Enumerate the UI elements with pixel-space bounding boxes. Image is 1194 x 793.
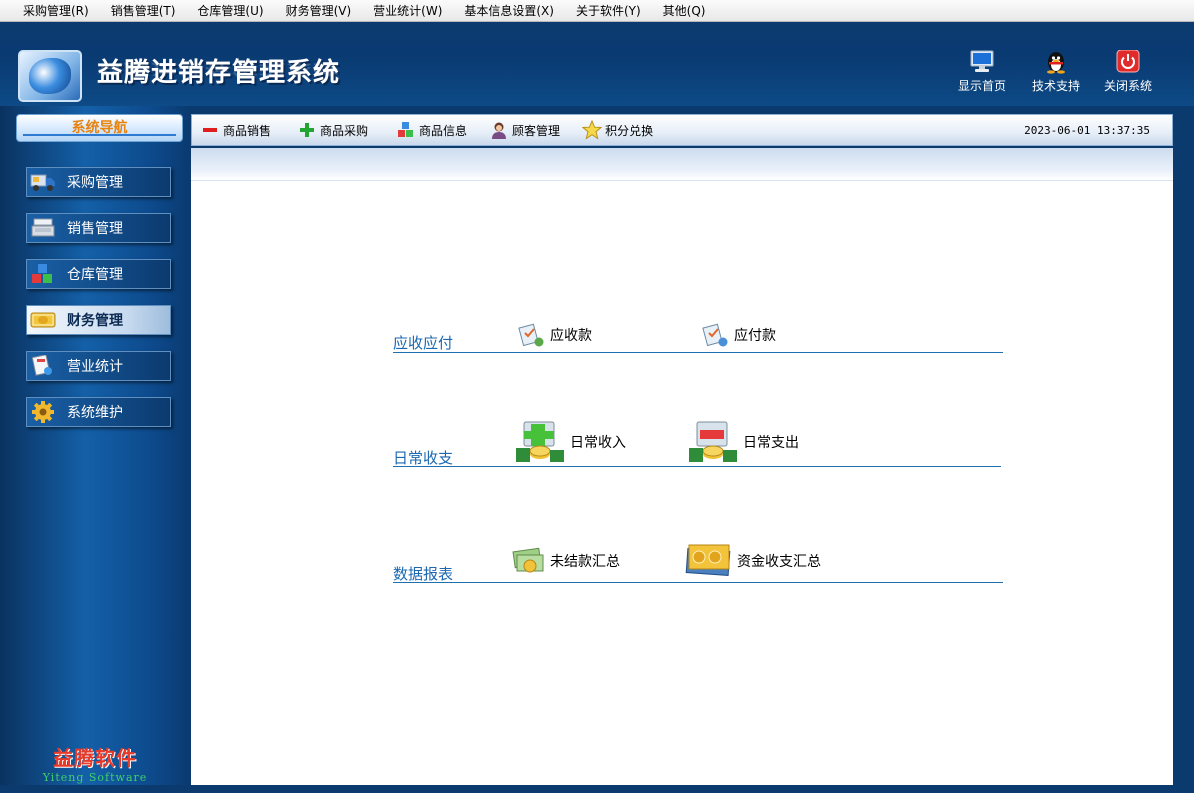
- sidebar-item-label: 采购管理: [67, 175, 123, 191]
- sidebar-item-label: 销售管理: [67, 221, 123, 237]
- payable-label: 应付款: [734, 328, 776, 344]
- person-icon: [489, 120, 509, 140]
- receivable-label: 应收款: [550, 328, 592, 344]
- sidebar-item-label: 系统维护: [67, 405, 123, 421]
- toolbar-label: 商品销售: [223, 123, 272, 138]
- section-title-receivable-payable: 应收应付: [393, 334, 454, 352]
- unsettled-summary-link[interactable]: 未结款汇总: [512, 546, 620, 576]
- main-content: 应收应付 应收款 应付款 日常收支 日常收入 日常支出 数据报表 未结款汇总 资…: [191, 148, 1173, 785]
- cubes-icon: [29, 262, 57, 286]
- sidebar-item-purchase[interactable]: 采购管理: [26, 167, 171, 197]
- section-title-daily-income-expense: 日常收支: [393, 449, 454, 467]
- unsettled-icon: [512, 546, 546, 576]
- close-system-button[interactable]: 关闭系统: [1098, 50, 1158, 94]
- gear-icon: [29, 400, 57, 424]
- menu-statistics[interactable]: 营业统计(W): [362, 0, 453, 22]
- receivable-icon: [518, 322, 546, 348]
- toolbar-label: 顾客管理: [512, 123, 561, 138]
- app-header: 益腾进销存管理系统 益腾进销存管理系统 显示首页 技术支持 关闭系统: [0, 22, 1194, 106]
- expense-icon: [687, 418, 739, 466]
- star-icon: [582, 120, 603, 140]
- menu-bar: 采购管理(R) 销售管理(T) 仓库管理(U) 财务管理(V) 营业统计(W) …: [0, 0, 1194, 22]
- show-home-label: 显示首页: [957, 79, 1006, 93]
- menu-sales[interactable]: 销售管理(T): [100, 0, 187, 22]
- menu-other[interactable]: 其他(Q): [652, 0, 717, 22]
- section-title-data-reports: 数据报表: [393, 565, 454, 583]
- toolbar-product-info-button[interactable]: 商品信息: [396, 120, 467, 140]
- app-title: 益腾进销存管理系统: [97, 58, 341, 88]
- daily-income-label: 日常收入: [570, 435, 626, 451]
- toolbar: 商品销售 商品采购 商品信息 顾客管理 积分兑换 2023-06-01 13:3…: [191, 114, 1173, 146]
- brand-name-cn: 益腾软件: [53, 746, 137, 770]
- income-icon: [514, 418, 566, 466]
- section-divider: [393, 466, 1001, 467]
- blocks-icon: [396, 120, 416, 140]
- current-datetime: 2023-06-01 13:37:35: [1024, 124, 1150, 137]
- minus-icon: [200, 120, 220, 140]
- toolbar-label: 商品采购: [320, 123, 369, 138]
- plus-icon: [297, 120, 317, 140]
- toolbar-customer-button[interactable]: 顾客管理: [489, 120, 560, 140]
- sidebar-item-statistics[interactable]: 营业统计: [26, 351, 171, 381]
- truck-icon: [29, 170, 57, 194]
- sidebar-item-finance[interactable]: 财务管理: [26, 305, 171, 335]
- receivable-link[interactable]: 应收款: [518, 322, 592, 348]
- brand-name-en: Yiteng Software: [42, 771, 148, 784]
- show-home-button[interactable]: 显示首页: [952, 50, 1012, 94]
- tech-support-label: 技术支持: [1031, 79, 1080, 93]
- payable-icon: [702, 322, 730, 348]
- cash-register-icon: [29, 216, 57, 240]
- fund-summary-icon: [685, 542, 733, 580]
- unsettled-summary-label: 未结款汇总: [550, 554, 620, 570]
- money-icon: [29, 308, 57, 332]
- monitor-icon: [970, 50, 994, 72]
- sidebar-item-sales[interactable]: 销售管理: [26, 213, 171, 243]
- toolbar-points-button[interactable]: 积分兑换: [582, 120, 653, 140]
- section-divider: [393, 582, 1003, 583]
- menu-finance[interactable]: 财务管理(V): [275, 0, 363, 22]
- section-divider: [393, 352, 1003, 353]
- close-system-label: 关闭系统: [1103, 79, 1152, 93]
- sidebar-item-label: 仓库管理: [67, 267, 123, 283]
- sidebar-item-label: 财务管理: [67, 313, 123, 329]
- sidebar-item-label: 营业统计: [67, 359, 123, 375]
- power-icon: [1116, 50, 1140, 73]
- daily-expense-label: 日常支出: [743, 435, 799, 451]
- toolbar-label: 商品信息: [419, 123, 468, 138]
- nav-title: 系统导航: [16, 114, 183, 142]
- sidebar-item-maintenance[interactable]: 系统维护: [26, 397, 171, 427]
- menu-basic-settings[interactable]: 基本信息设置(X): [453, 0, 565, 22]
- daily-expense-link[interactable]: 日常支出: [687, 418, 799, 466]
- menu-warehouse[interactable]: 仓库管理(U): [186, 0, 274, 22]
- qq-penguin-icon: [1047, 52, 1065, 74]
- menu-about[interactable]: 关于软件(Y): [565, 0, 652, 22]
- bottom-frame: [0, 785, 1194, 793]
- sidebar-item-warehouse[interactable]: 仓库管理: [26, 259, 171, 289]
- tech-support-button[interactable]: 技术支持: [1026, 50, 1086, 94]
- menu-purchase[interactable]: 采购管理(R): [12, 0, 100, 22]
- sidebar: 系统导航 采购管理 销售管理 仓库管理 财务管理 营业统计 系统维护 益腾软件 …: [0, 106, 190, 793]
- daily-income-link[interactable]: 日常收入: [514, 418, 626, 466]
- fund-summary-label: 资金收支汇总: [737, 554, 821, 570]
- brand-logo: 益腾软件 Yiteng Software: [0, 742, 190, 784]
- app-logo: [18, 50, 82, 102]
- fund-summary-link[interactable]: 资金收支汇总: [685, 542, 821, 580]
- toolbar-sales-button[interactable]: 商品销售: [200, 120, 271, 140]
- toolbar-label: 积分兑换: [605, 123, 654, 138]
- payable-link[interactable]: 应付款: [702, 322, 776, 348]
- content-header-band: [191, 148, 1173, 181]
- report-icon: [29, 354, 57, 378]
- toolbar-purchase-button[interactable]: 商品采购: [297, 120, 368, 140]
